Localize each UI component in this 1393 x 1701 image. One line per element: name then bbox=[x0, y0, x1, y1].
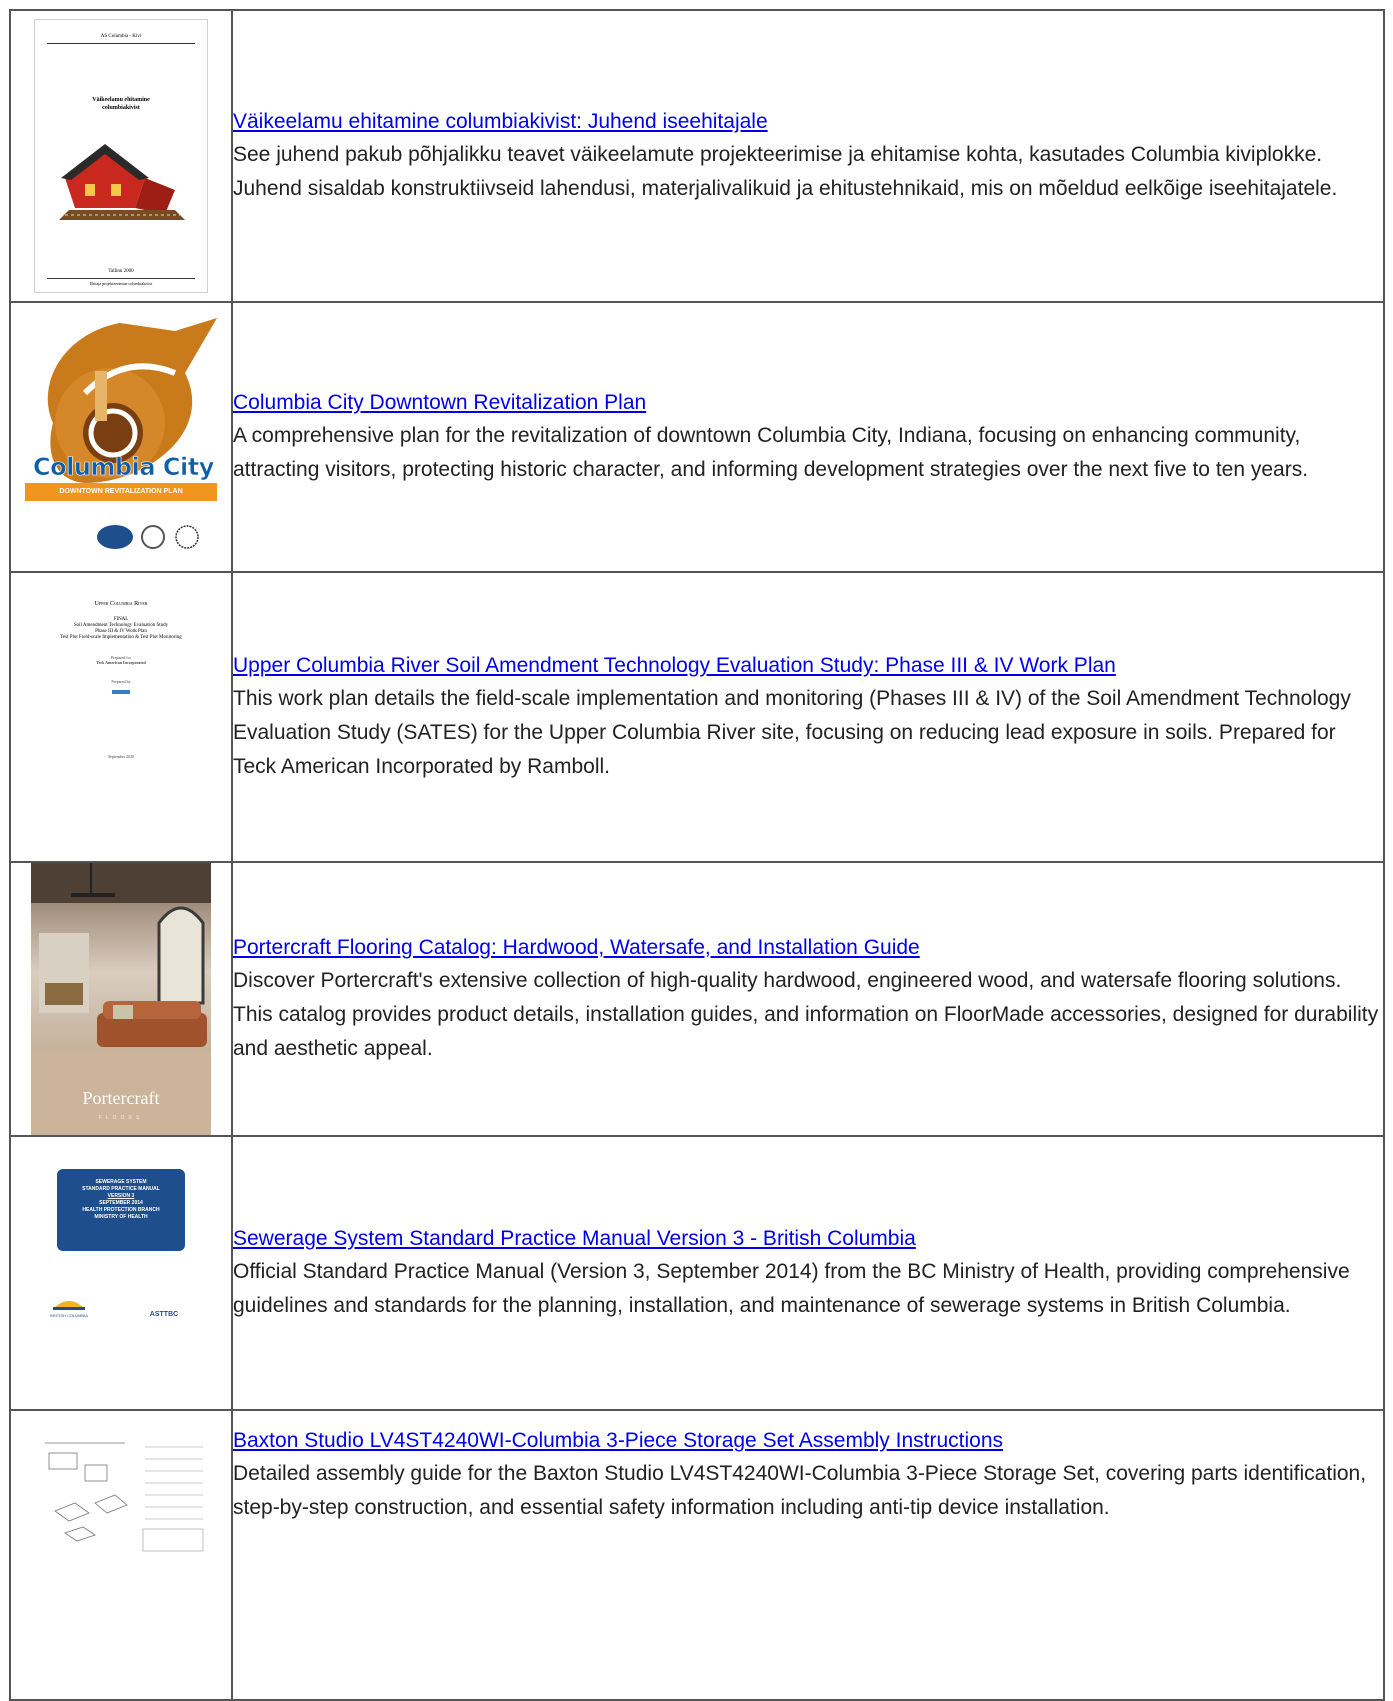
result-title-link[interactable]: Columbia City Downtown Revitalization Pl… bbox=[233, 387, 1383, 419]
result-text-cell: Baxton Studio LV4ST4240WI-Columbia 3-Pie… bbox=[231, 1409, 1385, 1701]
thumb-title-line: columbiakivist bbox=[102, 105, 140, 111]
result-description: This work plan details the field-scale i… bbox=[233, 687, 1351, 778]
result-title-link[interactable]: Portercraft Flooring Catalog: Hardwood, … bbox=[233, 932, 1383, 964]
assembly-diagram bbox=[45, 1442, 204, 1552]
thumb-footer: Tallinn 2000 bbox=[108, 269, 134, 274]
thumb-title: Väikeelamu ehitamine columbiakivist bbox=[35, 96, 207, 112]
result-description: Official Standard Practice Manual (Versi… bbox=[233, 1260, 1350, 1317]
thumbnail-cell: Upper Columbia River FINAL Soil Amendmen… bbox=[9, 571, 233, 863]
result-row: Upper Columbia River FINAL Soil Amendmen… bbox=[9, 571, 1385, 863]
document-thumbnail[interactable]: SEWERAGE SYSTEM STANDARD PRACTICE MANUAL… bbox=[35, 1137, 207, 1409]
ramboll-logo bbox=[112, 690, 130, 694]
result-text-cell: Väikeelamu ehitamine columbiakivist: Juh… bbox=[231, 9, 1385, 303]
panel-line: SEWERAGE SYSTEM bbox=[95, 1179, 147, 1185]
catalog-brand-sub: FLOORS bbox=[98, 1115, 144, 1121]
thumbnail-cell: SEWERAGE SYSTEM STANDARD PRACTICE MANUAL… bbox=[9, 1135, 233, 1411]
result-title-link[interactable]: Upper Columbia River Soil Amendment Tech… bbox=[233, 650, 1383, 682]
logos bbox=[97, 525, 199, 549]
thumb-line: Teck American Incorporated bbox=[96, 660, 146, 665]
thumb-footer-note: Ehitaja projekteerimine columbiakivist bbox=[47, 278, 195, 286]
result-row: Baxton Studio LV4ST4240WI-Columbia 3-Pie… bbox=[9, 1409, 1385, 1701]
cover-illustration bbox=[47, 318, 217, 549]
logo-left: BRITISH COLUMBIA bbox=[50, 1313, 88, 1318]
thumbnail-cell bbox=[9, 1409, 233, 1701]
cover-banner: DOWNTOWN REVITALIZATION PLAN bbox=[25, 483, 217, 501]
document-thumbnail[interactable]: AS Columbia - Kivi Väikeelamu ehitamine … bbox=[34, 19, 208, 293]
document-thumbnail[interactable]: Portercraft FLOORS bbox=[31, 863, 211, 1135]
result-row: SEWERAGE SYSTEM STANDARD PRACTICE MANUAL… bbox=[9, 1135, 1385, 1411]
result-description: Detailed assembly guide for the Baxton S… bbox=[233, 1462, 1367, 1519]
thumb-prepared-by: Prepared by bbox=[111, 679, 131, 684]
thumbnail-cell: AS Columbia - Kivi Väikeelamu ehitamine … bbox=[9, 9, 233, 303]
document-thumbnail[interactable]: Columbia City DOWNTOWN REVITALIZATION PL… bbox=[25, 313, 217, 561]
results-table: AS Columbia - Kivi Väikeelamu ehitamine … bbox=[9, 9, 1385, 1701]
result-title-link[interactable]: Sewerage System Standard Practice Manual… bbox=[233, 1223, 1383, 1255]
thumbnail-cell: Portercraft FLOORS bbox=[9, 861, 233, 1137]
bc-logo-icon bbox=[53, 1301, 85, 1310]
result-text-cell: Sewerage System Standard Practice Manual… bbox=[231, 1135, 1385, 1411]
document-thumbnail[interactable]: Upper Columbia River FINAL Soil Amendmen… bbox=[35, 581, 207, 853]
thumb-title-line: Test Plot Field-scale Implementation & T… bbox=[60, 635, 182, 640]
panel-line: SEPTEMBER 2014 bbox=[99, 1200, 143, 1206]
thumb-title: FINAL Soil Amendment Technology Evaluati… bbox=[35, 617, 207, 641]
catalog-brand: Portercraft bbox=[82, 1088, 160, 1108]
house-illustration bbox=[59, 144, 185, 220]
result-title-link[interactable]: Baxton Studio LV4ST4240WI-Columbia 3-Pie… bbox=[233, 1425, 1383, 1457]
panel-line: HEALTH PROTECTION BRANCH bbox=[82, 1207, 160, 1213]
result-text-cell: Columbia City Downtown Revitalization Pl… bbox=[231, 301, 1385, 573]
result-row: Columbia City DOWNTOWN REVITALIZATION PL… bbox=[9, 301, 1385, 573]
panel-line: STANDARD PRACTICE MANUAL bbox=[82, 1186, 160, 1192]
panel-line: VERSION 3 bbox=[107, 1193, 135, 1199]
thumb-heading: Upper Columbia River bbox=[94, 601, 148, 607]
panel-line: MINISTRY OF HEALTH bbox=[94, 1214, 148, 1220]
cover-wordmark: Columbia City bbox=[33, 453, 215, 482]
result-text-cell: Upper Columbia River Soil Amendment Tech… bbox=[231, 571, 1385, 863]
result-description: See juhend pakub põhjalikku teavet väike… bbox=[233, 143, 1338, 200]
result-row: Portercraft FLOORS Portercraft Flooring … bbox=[9, 861, 1385, 1137]
thumbnail-cell: Columbia City DOWNTOWN REVITALIZATION PL… bbox=[9, 301, 233, 573]
manual-cover-panel: SEWERAGE SYSTEM STANDARD PRACTICE MANUAL… bbox=[57, 1169, 185, 1251]
result-row: AS Columbia - Kivi Väikeelamu ehitamine … bbox=[9, 9, 1385, 303]
document-thumbnail[interactable] bbox=[35, 1433, 207, 1563]
thumb-date: September 2020 bbox=[107, 754, 135, 759]
logo-right: ASTTBC bbox=[149, 1311, 179, 1318]
thumb-header: AS Columbia - Kivi bbox=[47, 20, 195, 44]
thumb-title-line: Väikeelamu ehitamine bbox=[92, 97, 150, 103]
thumb-prepared-for: Prepared for Teck American Incorporated bbox=[35, 655, 207, 665]
result-description: Discover Portercraft's extensive collect… bbox=[233, 969, 1379, 1060]
result-text-cell: Portercraft Flooring Catalog: Hardwood, … bbox=[231, 861, 1385, 1137]
result-title-link[interactable]: Väikeelamu ehitamine columbiakivist: Juh… bbox=[233, 106, 1383, 138]
result-description: A comprehensive plan for the revitalizat… bbox=[233, 424, 1309, 481]
